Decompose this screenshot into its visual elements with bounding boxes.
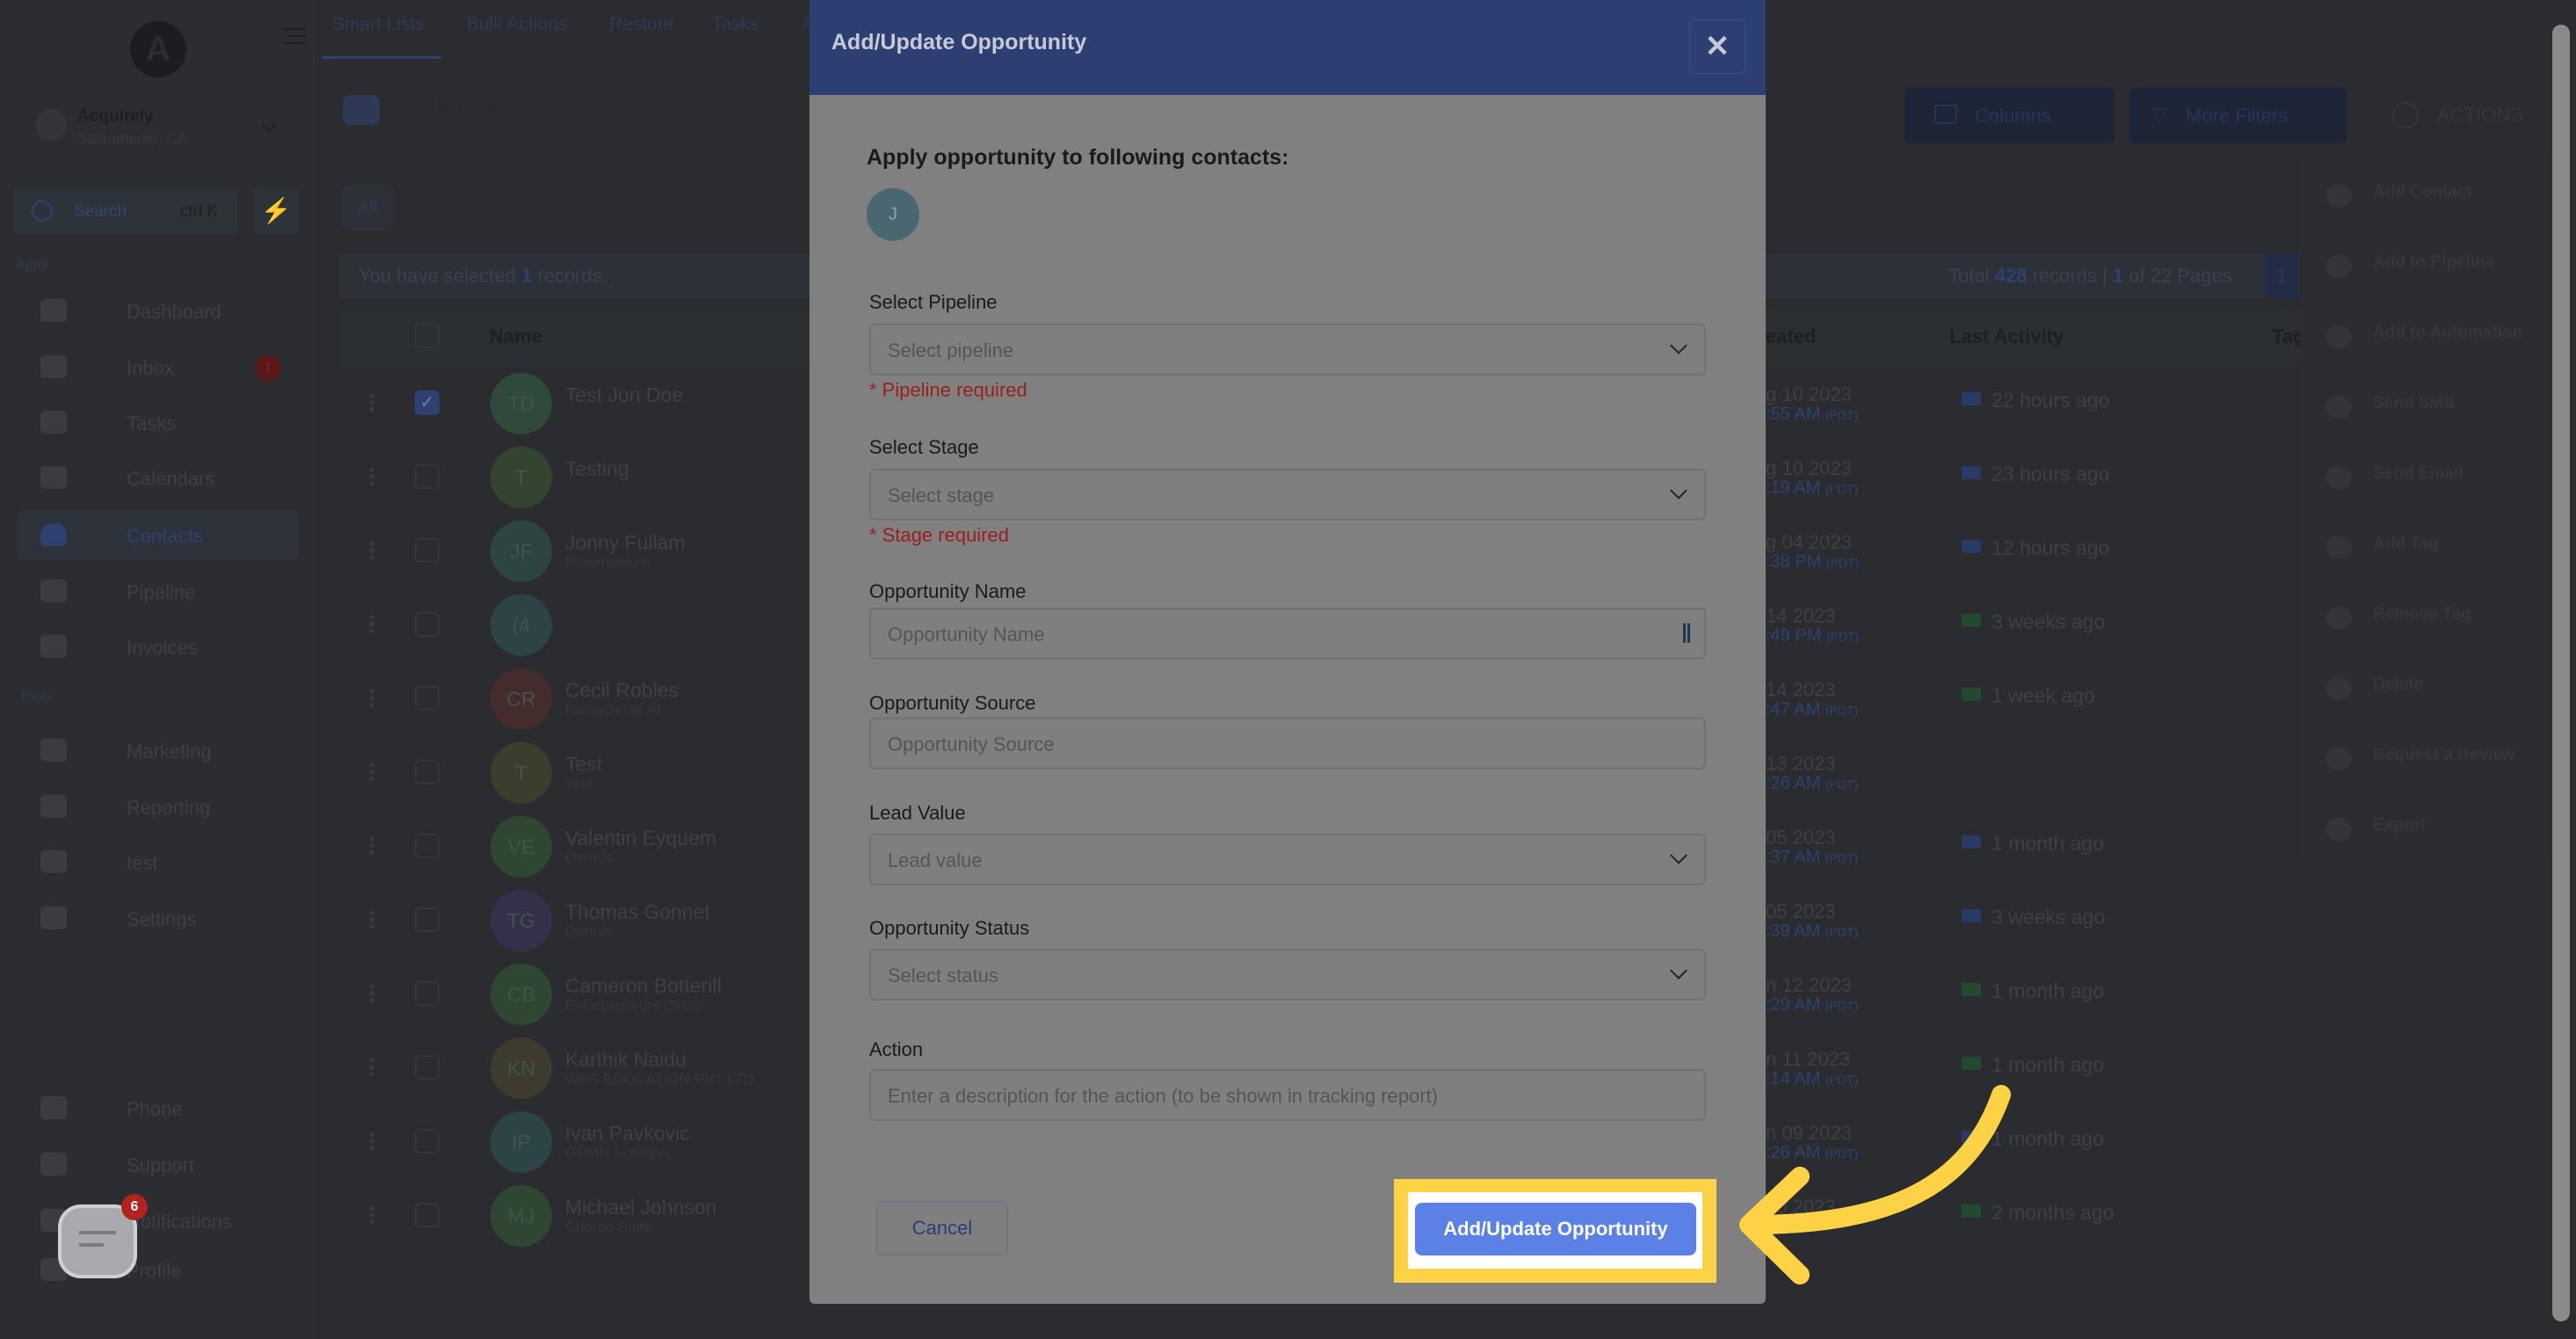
pointer-arrow-icon xyxy=(1739,1085,2011,1284)
